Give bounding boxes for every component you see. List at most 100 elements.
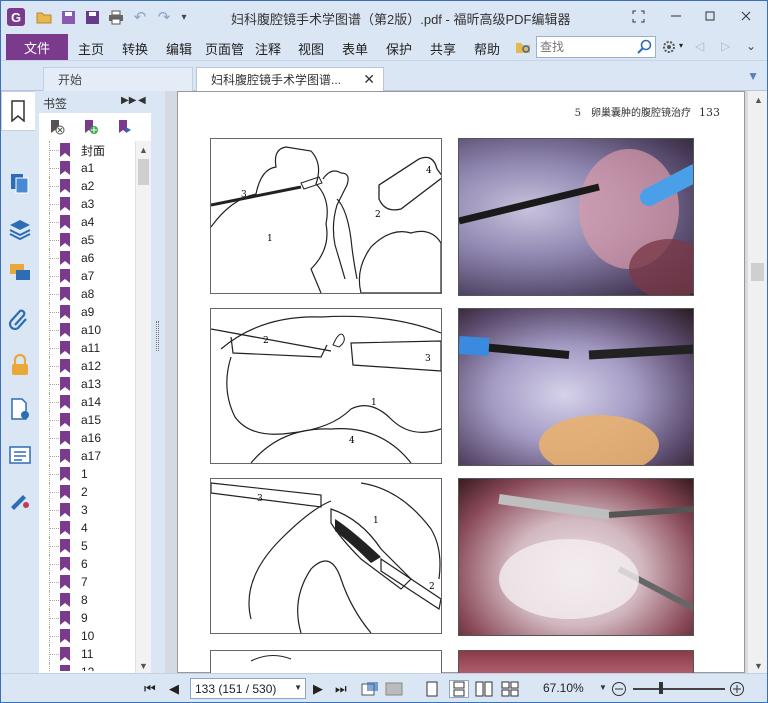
menu-view[interactable]: 视图 xyxy=(298,39,324,58)
panel-splitter[interactable] xyxy=(151,91,165,673)
previous-page-icon[interactable]: ◀ xyxy=(169,680,179,698)
doc-scroll-up-icon[interactable]: ▲ xyxy=(754,95,763,105)
document-scrollbar[interactable]: ▲ ▼ xyxy=(747,91,767,673)
nav-forward-icon[interactable]: ▷ xyxy=(721,39,730,53)
bookmark-item[interactable]: 3 xyxy=(39,501,135,519)
redo-icon[interactable]: ↷ xyxy=(155,8,173,26)
file-menu-button[interactable]: 文件 xyxy=(6,34,68,60)
bookmark-item[interactable]: 2 xyxy=(39,483,135,501)
page-select-dropdown-icon[interactable]: ▼ xyxy=(294,683,302,692)
menu-comment[interactable]: 注释 xyxy=(255,39,281,58)
bookmark-item[interactable]: a10 xyxy=(39,321,135,339)
bookmark-item[interactable]: a17 xyxy=(39,447,135,465)
maximize-button[interactable] xyxy=(699,7,721,25)
last-page-icon[interactable]: ⏭ xyxy=(335,680,347,698)
tab-list-dropdown-icon[interactable]: ▼ xyxy=(747,69,759,83)
delete-bookmark-icon[interactable] xyxy=(49,119,65,135)
bookmark-item[interactable]: 12 xyxy=(39,663,135,671)
scroll-down-icon[interactable]: ▼ xyxy=(139,661,148,671)
search-icon[interactable] xyxy=(637,39,652,57)
open-folder-icon[interactable] xyxy=(35,8,53,26)
bookmark-item[interactable]: 8 xyxy=(39,591,135,609)
nav-back-icon[interactable]: ◁ xyxy=(695,39,704,53)
zoom-slider[interactable] xyxy=(633,688,725,690)
bookmark-item[interactable]: a11 xyxy=(39,339,135,357)
settings-dropdown-icon[interactable]: ▾ xyxy=(679,41,683,50)
continuous-facing-view-icon[interactable] xyxy=(501,680,519,698)
reading-view-icon[interactable] xyxy=(361,680,379,698)
zoom-slider-handle[interactable] xyxy=(659,682,663,694)
bookmark-item[interactable]: a2 xyxy=(39,177,135,195)
tab-document[interactable]: 妇科腹腔镜手术学图谱... ✕ xyxy=(196,67,384,91)
menu-form[interactable]: 表单 xyxy=(342,39,368,58)
zoom-dropdown-icon[interactable]: ▼ xyxy=(599,683,607,692)
bookmarks-panel-tab[interactable] xyxy=(1,91,35,131)
undo-icon[interactable]: ↶ xyxy=(131,8,149,26)
security-lock-icon[interactable] xyxy=(8,353,32,377)
zoom-in-icon[interactable] xyxy=(729,680,745,698)
page-number-input[interactable]: 133 (151 / 530) ▼ xyxy=(190,678,306,699)
minimize-button[interactable] xyxy=(665,7,687,25)
document-properties-icon[interactable] xyxy=(8,397,32,421)
comments-icon[interactable] xyxy=(8,261,32,285)
save-icon[interactable] xyxy=(59,8,77,26)
menu-page-manage[interactable]: 页面管 xyxy=(205,39,244,58)
settings-gear-icon[interactable] xyxy=(661,39,677,58)
tab-close-icon[interactable]: ✕ xyxy=(363,71,375,88)
bookmark-options-icon[interactable] xyxy=(117,119,133,135)
save-as-icon[interactable] xyxy=(83,8,101,26)
single-page-view-icon[interactable] xyxy=(425,680,439,698)
bookmark-item[interactable]: a12 xyxy=(39,357,135,375)
print-icon[interactable] xyxy=(107,8,125,26)
search-input[interactable] xyxy=(540,38,636,56)
bookmark-item[interactable]: a8 xyxy=(39,285,135,303)
layers-icon[interactable] xyxy=(8,217,32,241)
bookmark-item[interactable]: 5 xyxy=(39,537,135,555)
form-fields-icon[interactable] xyxy=(8,443,32,467)
fullscreen-icon[interactable] xyxy=(627,7,649,25)
bookmarks-scrollbar[interactable]: ▲ ▼ xyxy=(135,141,151,673)
bookmarks-scroll-thumb[interactable] xyxy=(138,159,149,185)
bookmark-item[interactable]: a5 xyxy=(39,231,135,249)
scroll-up-icon[interactable]: ▲ xyxy=(139,145,148,155)
bookmark-item[interactable]: a9 xyxy=(39,303,135,321)
splitter-grip[interactable] xyxy=(156,321,159,351)
bookmark-item[interactable]: 7 xyxy=(39,573,135,591)
document-scroll-thumb[interactable] xyxy=(751,263,764,281)
bookmark-item[interactable]: a1 xyxy=(39,159,135,177)
menu-share[interactable]: 共享 xyxy=(430,39,456,58)
continuous-view-icon[interactable] xyxy=(449,680,469,698)
bookmark-item[interactable]: a3 xyxy=(39,195,135,213)
first-page-icon[interactable]: ⏮ xyxy=(144,680,156,698)
facing-view-icon[interactable] xyxy=(475,680,493,698)
menu-convert[interactable]: 转换 xyxy=(122,39,148,58)
document-view[interactable]: 5 卵巢囊肿的腹腔镜治疗 133 3 4 2 1 2 3 1 4 3 1 2 xyxy=(165,91,747,673)
bookmark-item[interactable]: 10 xyxy=(39,627,135,645)
expand-panel-icon[interactable]: ▶▶ xyxy=(121,95,136,106)
zoom-out-icon[interactable] xyxy=(611,680,627,698)
bookmark-item[interactable]: 4 xyxy=(39,519,135,537)
menu-help[interactable]: 帮助 xyxy=(474,39,500,58)
find-folder-icon[interactable] xyxy=(515,39,531,58)
bookmark-item[interactable]: a15 xyxy=(39,411,135,429)
menu-edit[interactable]: 编辑 xyxy=(166,39,192,58)
menu-home[interactable]: 主页 xyxy=(78,39,104,58)
app-logo-icon[interactable]: G xyxy=(7,8,25,26)
close-window-button[interactable] xyxy=(735,7,757,25)
quick-access-dropdown-icon[interactable]: ▾ xyxy=(175,8,193,26)
attachments-icon[interactable] xyxy=(8,307,32,331)
ribbon-collapse-icon[interactable]: ⌄ xyxy=(746,39,756,53)
bookmark-item[interactable]: 11 xyxy=(39,645,135,663)
bookmark-item[interactable]: a7 xyxy=(39,267,135,285)
zoom-level[interactable]: 67.10% xyxy=(543,681,584,695)
bookmark-item[interactable]: a13 xyxy=(39,375,135,393)
bookmark-item[interactable]: a16 xyxy=(39,429,135,447)
bookmark-item[interactable]: 9 xyxy=(39,609,135,627)
collapse-panel-icon[interactable]: ◀ xyxy=(138,95,146,106)
bookmark-item[interactable]: a6 xyxy=(39,249,135,267)
menu-protect[interactable]: 保护 xyxy=(386,39,412,58)
bookmark-item[interactable]: a4 xyxy=(39,213,135,231)
pages-thumbnail-icon[interactable] xyxy=(8,171,32,195)
bookmark-item[interactable]: a14 xyxy=(39,393,135,411)
add-bookmark-icon[interactable] xyxy=(83,119,99,135)
